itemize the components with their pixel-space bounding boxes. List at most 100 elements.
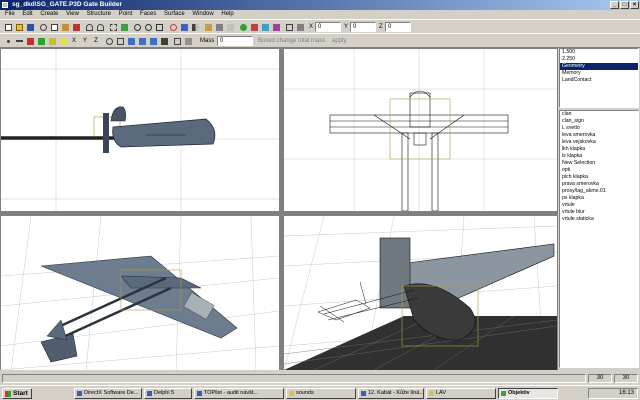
title-bar[interactable]: sg_dkd\SG_GATE.P3D Gate Builder _ □ × bbox=[0, 0, 640, 10]
close-button[interactable]: × bbox=[630, 1, 639, 9]
task-directx[interactable]: DirectX Software De... bbox=[74, 388, 142, 399]
lock-icon[interactable] bbox=[203, 22, 213, 32]
start-button[interactable]: Start bbox=[2, 388, 32, 399]
save-icon[interactable] bbox=[25, 22, 35, 32]
lod-item[interactable]: 2.250 bbox=[560, 56, 638, 63]
mirror-icon[interactable] bbox=[190, 22, 200, 32]
grid-icon[interactable] bbox=[284, 22, 294, 32]
selection-item[interactable]: L svetlo bbox=[560, 125, 638, 132]
selection-item[interactable]: ls klapka bbox=[560, 153, 638, 160]
selection-item[interactable]: plch klapka bbox=[560, 174, 638, 181]
open-file-icon[interactable] bbox=[14, 22, 24, 32]
view-3d-icon[interactable] bbox=[159, 36, 169, 46]
copy-icon[interactable] bbox=[49, 22, 59, 32]
zoom-fit-icon[interactable] bbox=[154, 22, 164, 32]
lod-item[interactable]: LandContact bbox=[560, 77, 638, 84]
boxed-change-mass-option[interactable]: Boxed change total mass bbox=[258, 36, 325, 46]
zoom-out-icon[interactable] bbox=[143, 22, 153, 32]
viewport-perspective-wireframe[interactable] bbox=[284, 216, 557, 370]
menu-faces[interactable]: Faces bbox=[137, 10, 159, 19]
y-coordinate-field[interactable]: 0 bbox=[350, 22, 376, 32]
menu-file[interactable]: File bbox=[2, 10, 18, 19]
task-lav[interactable]: LAV bbox=[426, 388, 496, 399]
light-icon[interactable] bbox=[58, 36, 68, 46]
maximize-button[interactable]: □ bbox=[620, 1, 629, 9]
lod-item-selected[interactable]: Geometry bbox=[560, 63, 638, 70]
selection-item[interactable]: leva smerovka bbox=[560, 132, 638, 139]
selection-item[interactable]: New Selection bbox=[560, 160, 638, 167]
snap-icon[interactable] bbox=[295, 22, 305, 32]
menu-edit[interactable]: Edit bbox=[19, 10, 35, 19]
object-mode-icon[interactable] bbox=[36, 36, 46, 46]
menu-create[interactable]: Create bbox=[37, 10, 61, 19]
new-file-icon[interactable] bbox=[3, 22, 13, 32]
lod-item[interactable]: Memory bbox=[560, 70, 638, 77]
selection-item[interactable]: prosy/lag_akme.01 bbox=[560, 188, 638, 195]
vertex-icon[interactable] bbox=[238, 22, 248, 32]
selection-item[interactable]: vrtule blur bbox=[560, 209, 638, 216]
menu-structure[interactable]: Structure bbox=[84, 10, 114, 19]
viewport-side[interactable] bbox=[1, 49, 279, 211]
menu-help[interactable]: Help bbox=[218, 10, 236, 19]
selection-item[interactable]: leva vejskovka bbox=[560, 139, 638, 146]
lod-list[interactable]: 1.500 2.250 Geometry Memory LandContact bbox=[559, 48, 639, 108]
axis-y-button[interactable]: Y bbox=[80, 36, 90, 46]
apply-button[interactable]: apply bbox=[332, 36, 346, 46]
redo-icon[interactable] bbox=[95, 22, 105, 32]
face-mode-icon[interactable] bbox=[25, 36, 35, 46]
z-coordinate-field[interactable]: 0 bbox=[385, 22, 411, 32]
menu-view[interactable]: View bbox=[63, 10, 82, 19]
menu-window[interactable]: Window bbox=[189, 10, 216, 19]
rotate-icon[interactable] bbox=[168, 22, 178, 32]
selection-item[interactable]: clan_sign bbox=[560, 118, 638, 125]
scale-icon[interactable] bbox=[179, 22, 189, 32]
unhide-icon[interactable] bbox=[225, 22, 235, 32]
clock[interactable]: 16:13 bbox=[619, 390, 634, 396]
minimize-button[interactable]: _ bbox=[610, 1, 619, 9]
axis-x-button[interactable]: X bbox=[69, 36, 79, 46]
view-side-icon[interactable] bbox=[137, 36, 147, 46]
point-mode-icon[interactable] bbox=[3, 36, 13, 46]
menu-point[interactable]: Point bbox=[116, 10, 136, 19]
viewport-perspective-solid[interactable] bbox=[1, 216, 279, 370]
face-icon[interactable] bbox=[249, 22, 259, 32]
cut-icon[interactable] bbox=[38, 22, 48, 32]
selection-item[interactable]: prava smerovka bbox=[560, 181, 638, 188]
viewport-front[interactable] bbox=[284, 49, 557, 211]
selection-item[interactable]: ps klapka bbox=[560, 195, 638, 202]
delete-icon[interactable] bbox=[71, 22, 81, 32]
view-front-icon[interactable] bbox=[126, 36, 136, 46]
axis-z-button[interactable]: Z bbox=[91, 36, 101, 46]
zoom-in-icon[interactable] bbox=[132, 22, 142, 32]
lod-item[interactable]: 1.500 bbox=[560, 49, 638, 56]
undo-icon[interactable] bbox=[84, 22, 94, 32]
material-icon[interactable] bbox=[47, 36, 57, 46]
selection-item[interactable]: lkh klapka bbox=[560, 146, 638, 153]
x-coordinate-field[interactable]: 0 bbox=[315, 22, 341, 32]
select-icon[interactable] bbox=[108, 22, 118, 32]
crosshair-icon[interactable] bbox=[115, 36, 125, 46]
selection-item[interactable]: vrtule staticka bbox=[560, 216, 638, 223]
pin-icon[interactable] bbox=[104, 36, 114, 46]
status-bar: 30 30 bbox=[0, 372, 640, 385]
task-delphi[interactable]: Delphi 5 bbox=[144, 388, 192, 399]
task-kabat[interactable]: 12. Kabát - Kůže líná... bbox=[358, 388, 424, 399]
task-objektiv[interactable]: Objektiv bbox=[498, 388, 558, 399]
selection-item[interactable]: clan bbox=[560, 111, 638, 118]
normal-icon[interactable] bbox=[271, 22, 281, 32]
selection-item[interactable]: opti bbox=[560, 167, 638, 174]
wireframe-icon[interactable] bbox=[172, 36, 182, 46]
selection-item[interactable]: vrtule bbox=[560, 202, 638, 209]
task-sounds[interactable]: sounds bbox=[286, 388, 356, 399]
texture-icon[interactable] bbox=[260, 22, 270, 32]
task-toplist[interactable]: TOPlist - audit návšt... bbox=[194, 388, 284, 399]
solid-icon[interactable] bbox=[183, 36, 193, 46]
hide-icon[interactable] bbox=[214, 22, 224, 32]
edge-mode-icon[interactable] bbox=[14, 36, 24, 46]
selection-list[interactable]: clan clan_sign L svetlo leva smerovka le… bbox=[559, 110, 639, 368]
menu-surface[interactable]: Surface bbox=[161, 10, 188, 19]
mass-field[interactable]: 0 bbox=[217, 36, 253, 46]
paste-icon[interactable] bbox=[60, 22, 70, 32]
move-icon[interactable] bbox=[119, 22, 129, 32]
view-top-icon[interactable] bbox=[148, 36, 158, 46]
